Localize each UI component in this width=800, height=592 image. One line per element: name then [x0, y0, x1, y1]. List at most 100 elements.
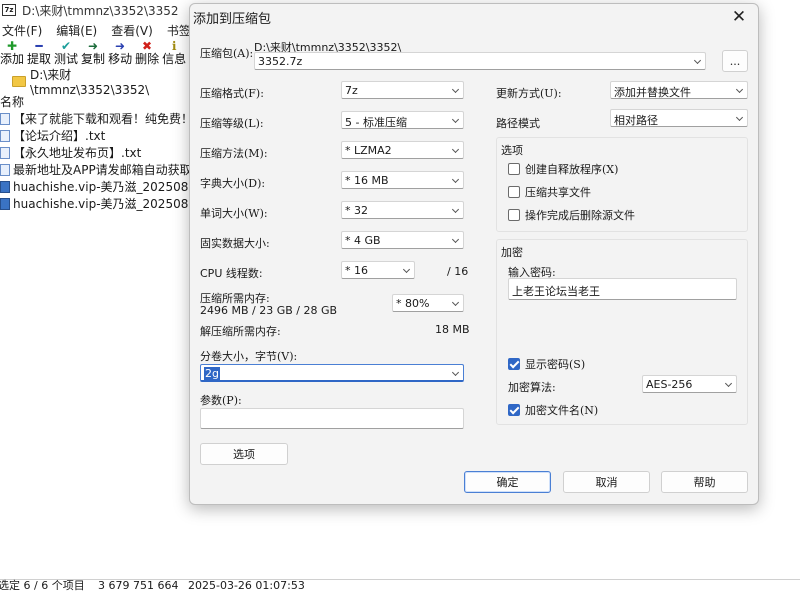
format-combo[interactable]: 7z	[341, 81, 464, 99]
mem-percent-combo[interactable]: * 80%	[392, 294, 464, 312]
options-group-title: 选项	[501, 144, 523, 157]
archive-file-icon	[0, 197, 10, 210]
dialog-titlebar[interactable]: 添加到压缩包 ✕	[190, 4, 758, 30]
copy-arrow-icon: ➜	[88, 39, 99, 53]
dict-label: 字典大小(D):	[200, 177, 266, 190]
mem-decomp-value: 18 MB	[435, 323, 470, 336]
format-value: 7z	[345, 84, 358, 97]
chevron-down-icon	[451, 368, 460, 377]
file-row[interactable]: 【永久地址发布页】.txt	[0, 144, 190, 161]
file-list: 【来了就能下载和观看！纯免费！】 【论坛介绍】.txt 【永久地址发布页】.txt 最…	[0, 110, 190, 212]
file-row[interactable]: huachishe.vip-美乃滋_20250819-0	[0, 195, 190, 212]
cpu-combo[interactable]: * 16	[341, 261, 415, 279]
minus-icon: ━	[35, 39, 43, 53]
enc-method-combo[interactable]: AES-256	[642, 375, 737, 393]
menu-edit[interactable]: 编辑(E)	[56, 22, 97, 40]
chevron-down-icon	[735, 85, 744, 94]
toolbar-label: 信息	[162, 52, 187, 66]
add-to-archive-dialog: 添加到压缩包 ✕ 压缩包(A): D:\来财\tmmnz\3352\3352\ …	[189, 3, 759, 505]
toolbar-label: 移动	[108, 52, 133, 66]
cpu-max: / 16	[447, 265, 469, 278]
word-combo[interactable]: * 32	[341, 201, 464, 219]
mem-percent-value: * 80%	[396, 297, 430, 310]
help-button[interactable]: 帮助	[661, 471, 748, 493]
chevron-down-icon	[693, 56, 702, 65]
enc-method-label: 加密算法:	[508, 381, 556, 394]
file-manager-titlebar: 7z D:\来财\tmmnz\3352\3352	[0, 0, 190, 20]
menu-file[interactable]: 文件(F)	[2, 22, 42, 40]
archive-name-combo[interactable]: 3352.7z	[254, 52, 706, 70]
level-combo[interactable]: 5 - 标准压缩	[341, 111, 464, 129]
chevron-down-icon	[451, 115, 460, 124]
browse-button[interactable]: ...	[722, 50, 748, 72]
volume-combo[interactable]: 2g	[200, 364, 464, 382]
cancel-button[interactable]: 取消	[563, 471, 650, 493]
shared-checkbox[interactable]	[508, 186, 520, 198]
show-password-option[interactable]: 显示密码(S)	[508, 356, 585, 372]
volume-value: 2g	[204, 367, 220, 380]
chevron-down-icon	[451, 298, 460, 307]
show-password-checkbox[interactable]	[508, 358, 520, 370]
chevron-down-icon	[724, 379, 733, 388]
params-label: 参数(P):	[200, 394, 242, 407]
dialog-title: 添加到压缩包	[193, 12, 272, 27]
file-name: 最新地址及APP请发邮箱自动获取！	[13, 163, 190, 177]
ok-button[interactable]: 确定	[464, 471, 551, 493]
password-input[interactable]: 上老王论坛当老王	[508, 278, 737, 300]
text-file-icon	[0, 163, 10, 176]
file-name: 【永久地址发布页】.txt	[13, 146, 142, 160]
address-path[interactable]: D:\来财\tmmnz\3352\3352\	[30, 66, 190, 97]
path-mode-value: 相对路径	[614, 114, 658, 127]
format-label: 压缩格式(F):	[200, 87, 264, 100]
chevron-down-icon	[402, 265, 411, 274]
toolbar-label: 添加	[0, 52, 25, 66]
method-label: 压缩方法(M):	[200, 147, 268, 160]
shared-label: 压缩共享文件	[525, 186, 591, 199]
address-bar[interactable]: D:\来财\tmmnz\3352\3352\	[0, 68, 190, 97]
sfx-option[interactable]: 创建自释放程序(X)	[508, 161, 618, 177]
chevron-down-icon	[451, 175, 460, 184]
file-name: huachishe.vip-美乃滋_20250810-0	[13, 180, 190, 194]
status-bar: 选定 6 / 6 个项目 3 679 751 664 2025-03-26 01…	[0, 579, 800, 592]
dict-combo[interactable]: * 16 MB	[341, 171, 464, 189]
delete-after-label: 操作完成后删除源文件	[525, 209, 635, 222]
column-header-name[interactable]: 名称	[0, 93, 24, 110]
file-row[interactable]: huachishe.vip-美乃滋_20250810-0	[0, 178, 190, 195]
close-icon[interactable]: ✕	[728, 6, 750, 28]
plus-icon: ✚	[6, 39, 18, 53]
file-row[interactable]: 最新地址及APP请发邮箱自动获取！	[0, 161, 190, 178]
encryption-group-title: 加密	[501, 246, 523, 259]
window-title: D:\来财\tmmnz\3352\3352	[22, 3, 179, 18]
path-mode-combo[interactable]: 相对路径	[610, 109, 748, 127]
file-row[interactable]: 【来了就能下载和观看！纯免费！】	[0, 110, 190, 127]
options-button[interactable]: 选项	[200, 443, 288, 465]
text-file-icon	[0, 146, 10, 159]
update-value: 添加并替换文件	[614, 86, 691, 99]
params-input[interactable]	[200, 408, 464, 429]
volume-label: 分卷大小，字节(V):	[200, 350, 298, 363]
word-value: * 32	[345, 204, 368, 217]
chevron-down-icon	[451, 85, 460, 94]
shared-option[interactable]: 压缩共享文件	[508, 184, 591, 200]
encrypt-names-option[interactable]: 加密文件名(N)	[508, 402, 598, 418]
mem-comp-value: 2496 MB / 23 GB / 28 GB	[200, 304, 338, 317]
method-value: * LZMA2	[345, 144, 392, 157]
solid-value: * 4 GB	[345, 234, 381, 247]
status-selection: 选定 6 / 6 个项目	[0, 579, 85, 592]
encrypt-names-checkbox[interactable]	[508, 404, 520, 416]
delete-after-checkbox[interactable]	[508, 209, 520, 221]
file-row[interactable]: 【论坛介绍】.txt	[0, 127, 190, 144]
toolbar-button-0[interactable]: ✚ 添加	[0, 40, 24, 70]
status-size: 3 679 751 664	[98, 579, 179, 592]
update-combo[interactable]: 添加并替换文件	[610, 81, 748, 99]
solid-label: 固实数据大小:	[200, 237, 270, 250]
menu-view[interactable]: 查看(V)	[111, 22, 153, 40]
app-icon: 7z	[2, 4, 16, 16]
method-combo[interactable]: * LZMA2	[341, 141, 464, 159]
delete-after-option[interactable]: 操作完成后删除源文件	[508, 207, 635, 223]
archive-label: 压缩包(A):	[200, 47, 254, 60]
chevron-down-icon	[451, 145, 460, 154]
delete-icon: ✖	[142, 39, 153, 53]
solid-combo[interactable]: * 4 GB	[341, 231, 464, 249]
sfx-checkbox[interactable]	[508, 163, 520, 175]
